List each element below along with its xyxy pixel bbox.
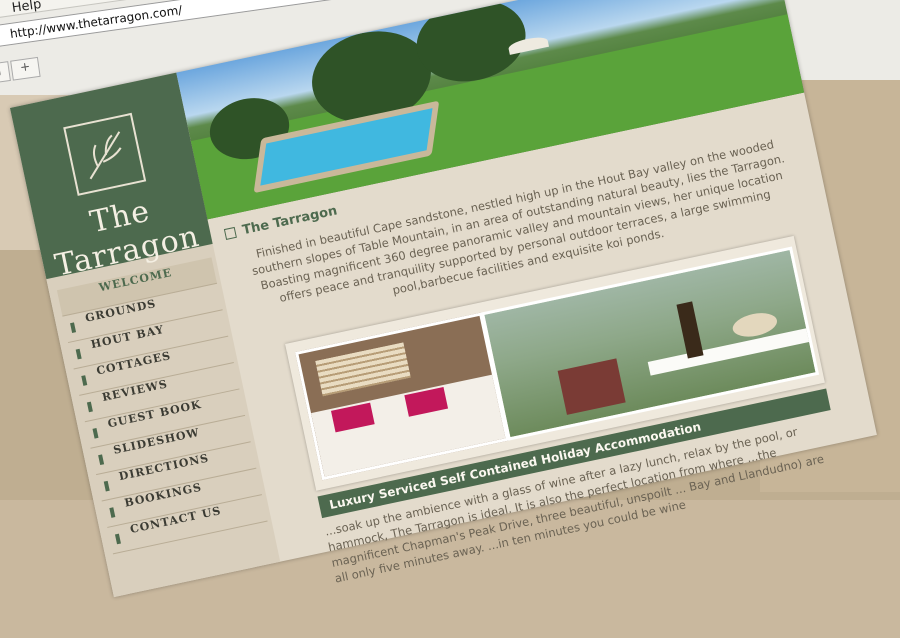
photo-table [647,326,817,376]
tab-strip: ▢+ [0,45,102,85]
nav-marker-icon [109,507,116,518]
photo-bottle [676,301,704,359]
nav-marker-icon [81,375,88,386]
nav-marker-icon [92,428,99,439]
nav-marker-icon [114,533,121,545]
bedroom-photo[interactable] [294,312,510,481]
website-page: The Tarragon WELCOME GROUNDS HOUT BAY CO… [10,0,877,598]
nav-marker-icon [86,401,93,413]
new-tab-icon[interactable]: + [10,56,41,81]
photo-blinds [315,342,411,397]
menu-help[interactable]: Help [11,0,42,16]
photo-cushion [557,358,626,415]
tab-placeholder-icon[interactable]: ▢ [0,61,11,85]
nav-marker-icon [70,322,77,333]
nav-marker-icon [98,454,105,466]
tarragon-leaf-icon [63,112,147,196]
nav-marker-icon [103,480,110,492]
nav-marker-icon [75,348,82,360]
checkbox-icon [223,226,237,240]
